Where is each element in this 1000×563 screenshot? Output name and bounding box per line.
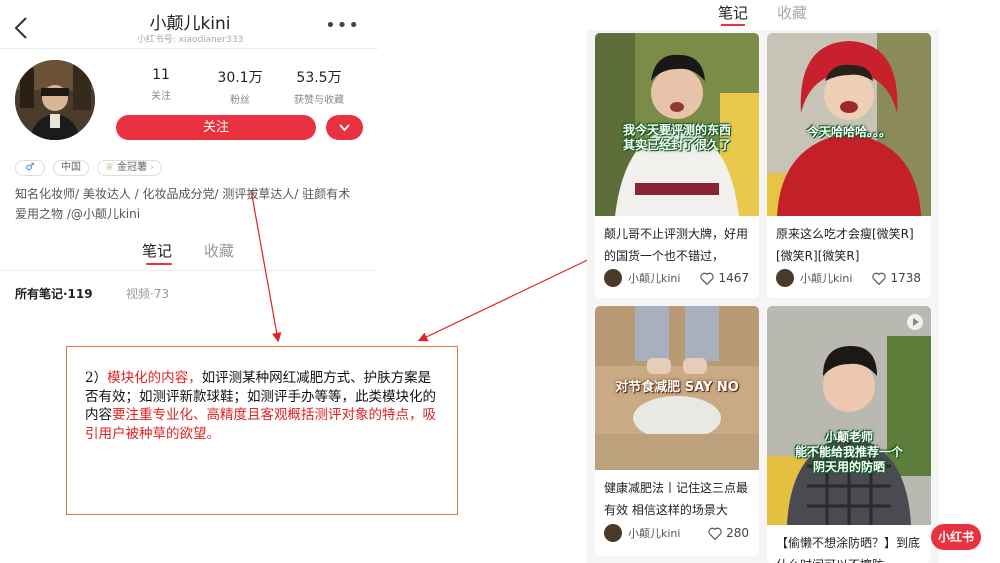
like-count: 1738	[890, 271, 921, 285]
arrow-from-feed	[417, 255, 597, 342]
note-card[interactable]: 我今天要评测的东西 其实已经封了很久了 颠儿哥不止评测大牌，好用的国货一个也不错过…	[595, 33, 759, 298]
cover-caption: 今天哈哈哈。。。	[806, 125, 891, 139]
stat-label: 粉丝	[230, 95, 250, 106]
author-avatar[interactable]	[604, 269, 622, 287]
profile-id: 小红书号: xiaodianer333	[136, 35, 244, 45]
author-name[interactable]: 小颠儿kini	[800, 270, 872, 286]
note-footer: 小颠儿kini 1467	[604, 269, 749, 287]
like-button[interactable]: 1467	[700, 271, 749, 285]
tab-notes[interactable]: 笔记	[718, 2, 748, 23]
tab-favorites[interactable]: 收藏	[777, 2, 807, 23]
profile-tags: ♂ 中国 ♕ 金冠薯 ›	[15, 160, 162, 176]
author-avatar[interactable]	[776, 269, 794, 287]
note-title: 【偷懒不想涂防晒？】到底什么时间可以不擦防	[776, 536, 921, 563]
note-card[interactable]: 对节食减肥 SAY NO 健康减肥法丨记住这三点最有效 相信这样的场景大 小颠儿…	[595, 306, 759, 556]
note-title: 颠儿哥不止评测大牌，好用的国货一个也不错过，	[604, 227, 749, 263]
stat-value: 11	[152, 67, 170, 83]
stat-label: 获赞与收藏	[294, 95, 344, 106]
profile-name: 小颠儿kini	[149, 14, 231, 34]
heart-icon	[700, 272, 715, 285]
avatar[interactable]	[15, 60, 95, 140]
filter-all-notes[interactable]: 所有笔记·119	[15, 285, 93, 302]
cover-caption: 小颠老师 能不能给我推荐一个 阴天用的防晒	[794, 430, 903, 474]
back-arrow-icon[interactable]	[10, 14, 34, 42]
filter-videos[interactable]: 视频·73	[126, 285, 169, 302]
chevron-right-icon: ›	[149, 162, 154, 173]
stat-value: 30.1万	[217, 70, 263, 86]
cover-caption: 对节食减肥 SAY NO	[615, 380, 739, 395]
stat-fans[interactable]: 30.1万 粉丝	[208, 67, 272, 106]
cover-caption: 我今天要评测的东西 其实已经封了很久了	[622, 123, 731, 152]
chevron-down-icon	[339, 124, 350, 132]
annotation-box: 2）模块化的内容，如评测某种网红减肥方式、护肤方案是否有效；如测评新款球鞋；如测…	[66, 346, 458, 515]
author-name[interactable]: 小颠儿kini	[628, 525, 708, 541]
like-count: 1467	[718, 271, 749, 285]
stat-label: 关注	[151, 91, 171, 102]
author-name[interactable]: 小颠儿kini	[628, 270, 700, 286]
note-cover-image: 对节食减肥 SAY NO	[595, 306, 759, 470]
like-button[interactable]: 280	[708, 526, 749, 540]
note-footer: 小颠儿kini 280	[604, 524, 749, 542]
gender-male-icon: ♂	[15, 160, 45, 176]
follow-button[interactable]: 关注	[116, 115, 316, 140]
note-card[interactable]: 今天哈哈哈。。。 原来这么吃才会瘦[微笑R][微笑R][微笑R] 小颠儿kini…	[767, 33, 931, 298]
stat-following[interactable]: 11 关注	[133, 67, 189, 102]
tab-notes[interactable]: 笔记	[142, 240, 172, 261]
note-card[interactable]: 小颠老师能不能给我推荐一个阴天用的防晒 【偷懒不想涂防晒？】到底什么时间可以不擦…	[767, 306, 931, 563]
divider	[0, 270, 378, 271]
notes-feed: 笔记 收藏 我今天要评测的东西 其实已经封了很久了 颠儿哥不止评测大牌，好用的国货…	[587, 0, 939, 563]
like-button[interactable]: 1738	[872, 271, 921, 285]
video-play-icon	[907, 314, 923, 330]
note-title: 原来这么吃才会瘦[微笑R][微笑R][微笑R]	[776, 227, 914, 263]
stat-value: 53.5万	[296, 70, 342, 86]
divider	[0, 48, 378, 49]
note-cover-image: 今天哈哈哈。。。	[767, 33, 931, 216]
xiaohongshu-logo: 小红书	[931, 524, 981, 550]
annotation-highlight-2: 要注重专业化、高精度且客观概括测评对象的特点，吸引用户被种草的欲望。	[85, 407, 436, 442]
author-avatar[interactable]	[604, 524, 622, 542]
heart-icon	[708, 527, 722, 540]
feed-tabs: 笔记 收藏	[587, 0, 939, 30]
note-cover-image: 我今天要评测的东西 其实已经封了很久了	[595, 33, 759, 216]
region-tag: 中国	[53, 160, 89, 176]
recommend-dropdown-button[interactable]	[326, 115, 363, 140]
tab-favorites[interactable]: 收藏	[204, 240, 234, 261]
stat-likes[interactable]: 53.5万 获赞与收藏	[284, 67, 354, 106]
profile-bio: 知名化妆师/ 美妆达人 / 化妆品成分党/ 测评拔草达人/ 驻颜有术 爱用之物 …	[15, 187, 351, 221]
note-cover-image: 小颠老师 能不能给我推荐一个 阴天用的防晒	[767, 306, 931, 525]
gold-crown-badge[interactable]: ♕ 金冠薯 ›	[97, 160, 162, 176]
tab-active-indicator	[146, 263, 172, 265]
more-icon[interactable]: •••	[325, 15, 360, 36]
heart-icon	[872, 272, 887, 285]
note-footer: 小颠儿kini 1738	[776, 269, 921, 287]
badge-label: 金冠薯	[116, 162, 147, 173]
like-count: 280	[726, 526, 749, 540]
tab-active-indicator	[721, 24, 745, 26]
annotation-prefix: 2）	[85, 370, 108, 386]
crown-icon: ♕	[105, 162, 114, 173]
annotation-highlight-1: 模块化的内容，	[107, 370, 202, 386]
note-title: 健康减肥法丨记住这三点最有效 相信这样的场景大	[604, 481, 749, 517]
